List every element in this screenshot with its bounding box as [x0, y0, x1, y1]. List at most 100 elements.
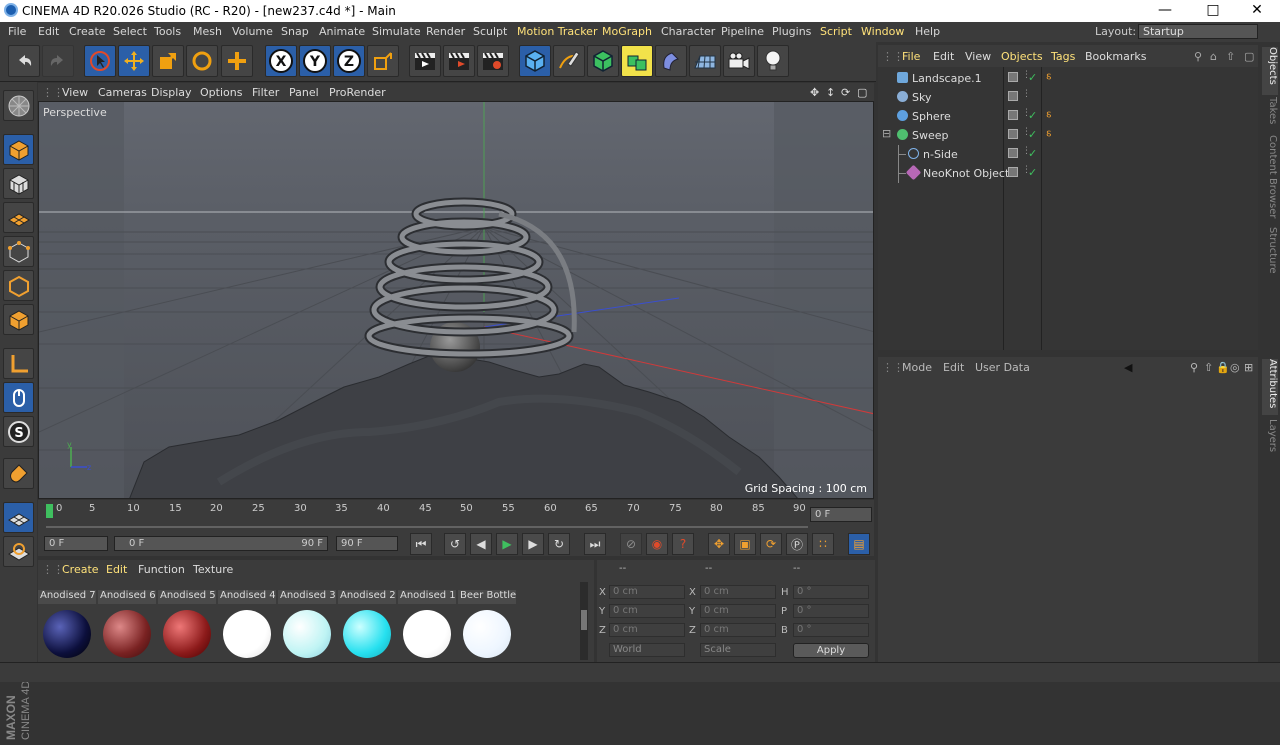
apply-button[interactable]: Apply [793, 643, 869, 658]
play-button[interactable]: ▶ [496, 533, 518, 555]
prev-key-button[interactable]: ↺ [444, 533, 466, 555]
minimize-button[interactable]: — [1142, 0, 1188, 22]
attr-search-icon[interactable]: ⚲ [1190, 361, 1198, 374]
next-key-button[interactable]: ↻ [548, 533, 570, 555]
undo-button[interactable] [8, 45, 40, 77]
layer-swatch[interactable] [1008, 91, 1018, 101]
menu-script[interactable]: Script [820, 25, 852, 38]
workplane-mode-button[interactable] [3, 202, 34, 233]
collapse-icon[interactable]: ⊟ [882, 127, 891, 140]
material-tag-icon[interactable]: ⸹ [1046, 128, 1052, 143]
material-swatch[interactable]: Anodised 7 [38, 582, 96, 660]
menu-tools[interactable]: Tools [154, 25, 181, 38]
menu-mesh[interactable]: Mesh [193, 25, 222, 38]
key-rotation-button[interactable]: ⟳ [760, 533, 782, 555]
z-axis-lock-button[interactable]: Z [333, 45, 365, 77]
maximize-button[interactable]: □ [1190, 0, 1236, 22]
prev-frame-button[interactable]: ◀ [470, 533, 492, 555]
autokey-button[interactable]: ◉ [646, 533, 668, 555]
viewport-menu-view[interactable]: View [62, 86, 88, 99]
deformer-button[interactable] [655, 45, 687, 77]
attr-up-icon[interactable]: ⇧ [1204, 361, 1213, 374]
size-z-field[interactable]: 0 cm [700, 623, 776, 637]
rotation-h-field[interactable]: 0 ° [793, 585, 869, 599]
viewport-menu-prorender[interactable]: ProRender [329, 86, 386, 99]
recent-tool-button[interactable] [221, 45, 253, 77]
object-row-landscape[interactable]: Landscape.1 ⋮ ✓ ⸹ [878, 69, 1258, 87]
om-home-icon[interactable]: ⌂ [1210, 50, 1217, 63]
cube-primitive-button[interactable] [519, 45, 551, 77]
subdivision-surface-button[interactable] [587, 45, 619, 77]
key-parameter-button[interactable]: Ⓟ [786, 533, 808, 555]
om-menu-file[interactable]: File [902, 50, 920, 63]
timeline-window-button[interactable]: ▤ [848, 533, 870, 555]
position-z-field[interactable]: 0 cm [609, 623, 685, 637]
viewport-menu-cameras[interactable]: Cameras [98, 86, 147, 99]
material-swatch[interactable]: Anodised 3 [278, 582, 336, 660]
material-scrollbar-thumb[interactable] [581, 610, 587, 630]
menu-help[interactable]: Help [915, 25, 940, 38]
object-row-sweep[interactable]: ⊟ Sweep ⋮ ✓ ⸹ [878, 126, 1258, 144]
enable-axis-button[interactable] [3, 348, 34, 379]
material-tag-icon[interactable]: ⸹ [1046, 71, 1052, 86]
camera-button[interactable] [723, 45, 755, 77]
position-y-field[interactable]: 0 cm [609, 604, 685, 618]
key-pla-button[interactable]: ∷ [812, 533, 834, 555]
next-frame-button[interactable]: ▶ [522, 533, 544, 555]
om-menu-objects[interactable]: Objects [1001, 50, 1043, 63]
material-menu-create[interactable]: Create [62, 563, 99, 576]
y-axis-lock-button[interactable]: Y [299, 45, 331, 77]
attr-menu-user-data[interactable]: User Data [975, 361, 1030, 374]
key-scale-button[interactable]: ▣ [734, 533, 756, 555]
menu-snap[interactable]: Snap [281, 25, 309, 38]
playhead-marker[interactable] [46, 504, 53, 518]
attr-menu-mode[interactable]: Mode [902, 361, 932, 374]
floor-environment-button[interactable] [689, 45, 721, 77]
object-row-sphere[interactable]: Sphere ⋮ ✓ ⸹ [878, 107, 1258, 125]
layer-swatch[interactable] [1008, 129, 1018, 139]
object-row-neoknot[interactable]: NeoKnot Object ⋮ ✓ [878, 164, 1258, 182]
redo-button[interactable] [42, 45, 74, 77]
om-new-view-icon[interactable]: ▢ [1244, 50, 1254, 63]
object-row-nside[interactable]: n-Side ⋮ ✓ [878, 145, 1258, 183]
attr-menu-edit[interactable]: Edit [943, 361, 964, 374]
menu-sculpt[interactable]: Sculpt [473, 25, 507, 38]
menu-volume[interactable]: Volume [232, 25, 273, 38]
menu-motion-tracker[interactable]: Motion Tracker [517, 25, 597, 38]
object-row-sky[interactable]: Sky ⋮ [878, 88, 1258, 106]
make-editable-button[interactable] [3, 90, 34, 121]
material-scrollbar[interactable] [580, 582, 588, 660]
menu-simulate[interactable]: Simulate [372, 25, 421, 38]
layer-swatch[interactable] [1008, 72, 1018, 82]
live-selection-button[interactable] [84, 45, 116, 77]
viewport-menu-options[interactable]: Options [200, 86, 242, 99]
menu-pipeline[interactable]: Pipeline [721, 25, 764, 38]
menu-window[interactable]: Window [861, 25, 904, 38]
x-axis-lock-button[interactable]: X [265, 45, 297, 77]
snapping-button[interactable]: S [3, 416, 34, 447]
points-mode-button[interactable] [3, 236, 34, 267]
viewport-maximize-icon[interactable]: ▢ [857, 86, 867, 99]
perspective-viewport[interactable]: y z Perspective Grid Spacing : 100 cm [38, 101, 874, 499]
om-menu-tags[interactable]: Tags [1051, 50, 1075, 63]
goto-start-button[interactable]: ⏮ [410, 533, 432, 555]
timeline-ruler[interactable]: 0 5 10 15 20 25 30 35 40 45 50 55 60 65 … [38, 500, 874, 532]
size-y-field[interactable]: 0 cm [700, 604, 776, 618]
layer-swatch[interactable] [1008, 167, 1018, 177]
enabled-check-icon[interactable]: ✓ [1028, 71, 1037, 84]
tab-attributes[interactable]: Attributes [1262, 359, 1278, 415]
visibility-dots[interactable]: ⋮ [1022, 89, 1031, 99]
planar-workplane-button[interactable] [3, 536, 34, 567]
coordinate-system-button[interactable] [367, 45, 399, 77]
texture-mode-button[interactable] [3, 168, 34, 199]
size-x-field[interactable]: 0 cm [700, 585, 776, 599]
tab-objects[interactable]: Objects [1262, 47, 1278, 95]
menu-create[interactable]: Create [69, 25, 106, 38]
viewport-menu-filter[interactable]: Filter [252, 86, 279, 99]
end-frame-field[interactable]: 90 F [336, 536, 398, 551]
viewport-rotate-icon[interactable]: ⟳ [841, 86, 850, 99]
pen-spline-button[interactable] [553, 45, 585, 77]
material-swatch[interactable]: Anodised 6 [98, 582, 156, 660]
material-swatch[interactable]: Anodised 1 [398, 582, 456, 660]
position-x-field[interactable]: 0 cm [609, 585, 685, 599]
